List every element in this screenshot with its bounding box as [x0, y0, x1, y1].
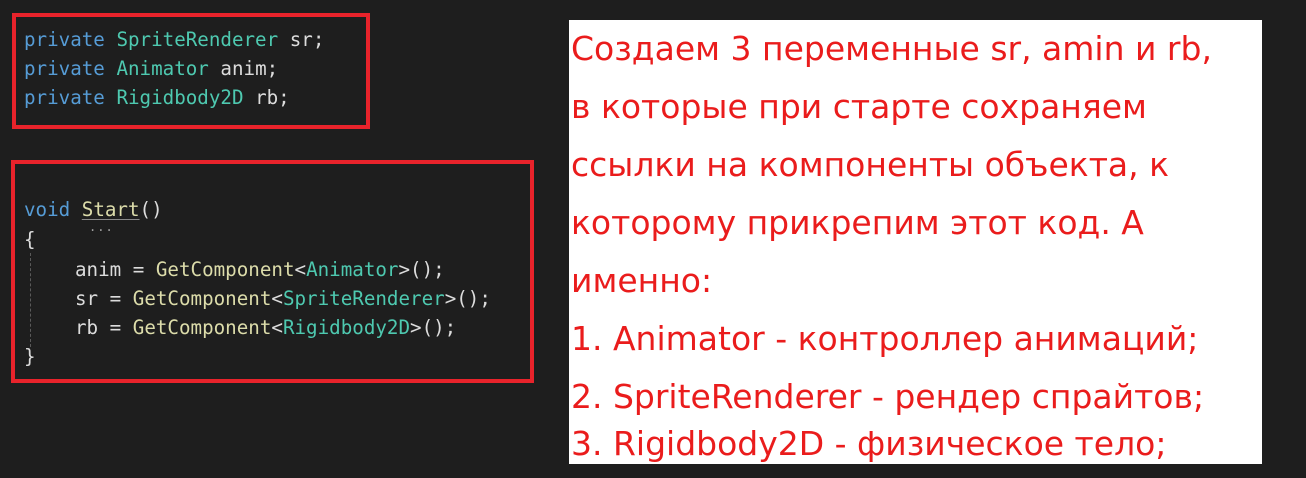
note-line: именно:	[571, 261, 713, 300]
start-method-highlight-box	[11, 160, 534, 383]
note-line: Создаем 3 переменные sr, amin и rb,	[571, 29, 1212, 68]
note-line: 3. Rigidbody2D - физическое тело;	[571, 424, 1167, 463]
note-line: ссылки на компоненты объекта, к	[571, 145, 1170, 184]
note-line: в которые при старте сохраняем	[571, 87, 1147, 126]
note-line: 1. Animator - контроллер анимаций;	[571, 319, 1199, 358]
note-line: которому прикрепим этот код. А	[571, 203, 1144, 242]
fields-highlight-box	[12, 13, 370, 129]
explanation-note-panel: Создаем 3 переменные sr, amin и rb, в ко…	[569, 20, 1262, 464]
